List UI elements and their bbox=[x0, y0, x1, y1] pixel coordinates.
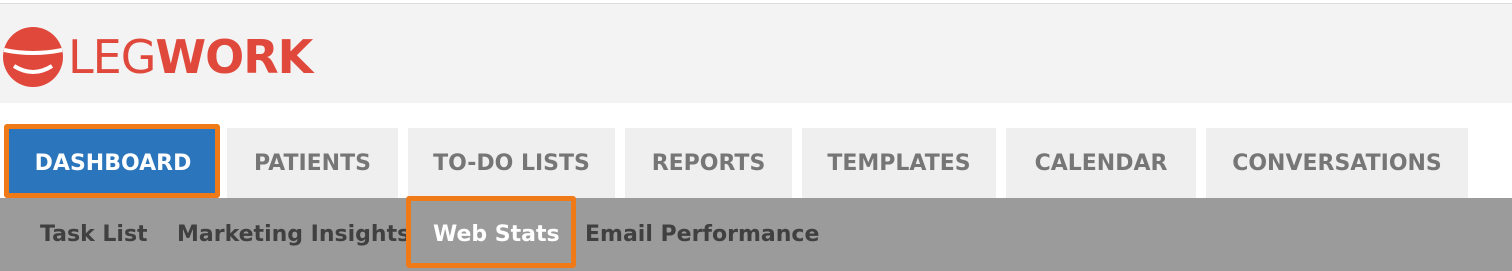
logo-wordmark-leg: LEG bbox=[68, 30, 156, 84]
subnav-task-list[interactable]: Task List bbox=[40, 198, 148, 271]
tab-conversations[interactable]: CONVERSATIONS bbox=[1206, 128, 1468, 199]
logo-wordmark: LEGWORK bbox=[68, 34, 313, 80]
legwork-logo-icon bbox=[3, 27, 63, 87]
tab-to-do-lists[interactable]: TO-DO LISTS bbox=[408, 128, 615, 199]
main-nav: DASHBOARD PATIENTS TO-DO LISTS REPORTS T… bbox=[0, 103, 1512, 199]
tab-patients[interactable]: PATIENTS bbox=[227, 128, 398, 199]
tab-reports[interactable]: REPORTS bbox=[625, 128, 792, 199]
sub-nav: Task List Marketing Insights Web Stats E… bbox=[0, 198, 1512, 271]
subnav-web-stats[interactable]: Web Stats bbox=[433, 198, 560, 271]
subnav-email-performance[interactable]: Email Performance bbox=[585, 198, 819, 271]
app-header: LEGWORK bbox=[0, 4, 1512, 103]
tab-templates[interactable]: TEMPLATES bbox=[802, 128, 996, 199]
logo-wordmark-work: WORK bbox=[155, 30, 313, 84]
tab-dashboard[interactable]: DASHBOARD bbox=[9, 128, 217, 199]
tab-calendar[interactable]: CALENDAR bbox=[1006, 128, 1196, 199]
legwork-logo[interactable]: LEGWORK bbox=[2, 26, 313, 88]
subnav-marketing-insights[interactable]: Marketing Insights bbox=[177, 198, 410, 271]
